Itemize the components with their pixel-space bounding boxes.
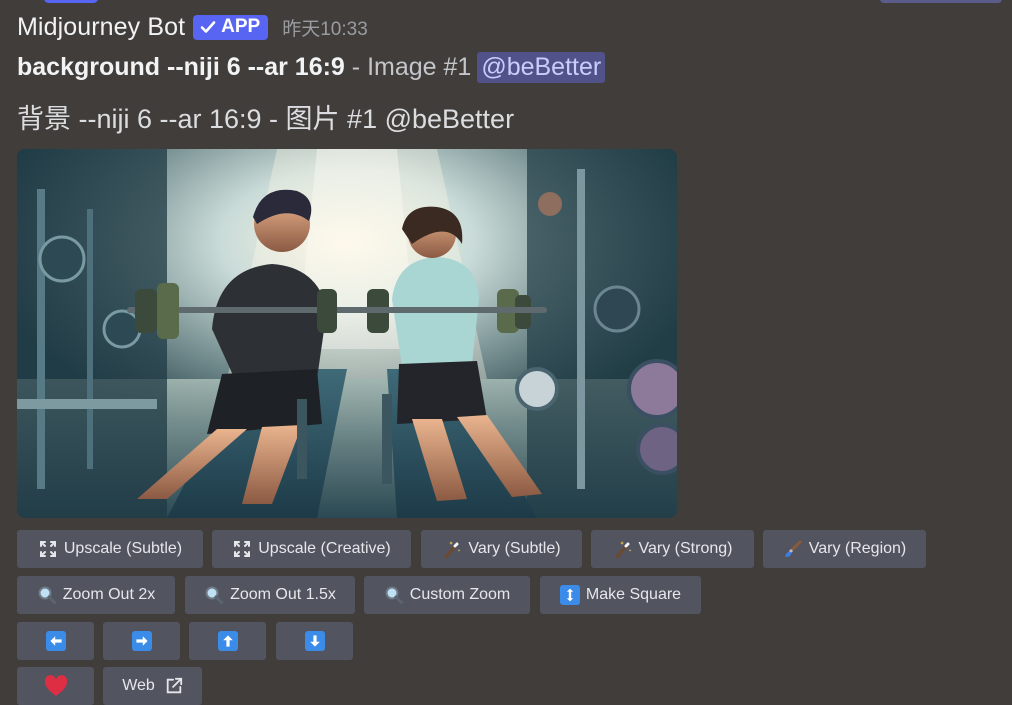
vary-subtle-label: Vary (Subtle) bbox=[468, 540, 561, 557]
heart-icon bbox=[44, 675, 68, 697]
user-mention[interactable]: @beBetter bbox=[477, 51, 606, 83]
expand-arrows-icon bbox=[232, 539, 252, 559]
external-link-icon bbox=[165, 677, 183, 695]
upscale-creative-label: Upscale (Creative) bbox=[258, 540, 391, 557]
magnifier-icon bbox=[384, 585, 404, 605]
prompt-text: background --niji 6 --ar 16:9 bbox=[17, 52, 345, 81]
paintbrush-icon bbox=[783, 539, 803, 559]
vary-strong-label: Vary (Strong) bbox=[638, 540, 733, 557]
pan-right-button[interactable] bbox=[103, 622, 180, 660]
app-badge: APP bbox=[193, 14, 269, 40]
upscale-creative-button[interactable]: Upscale (Creative) bbox=[212, 530, 411, 568]
username[interactable]: Midjourney Bot bbox=[17, 13, 185, 42]
magnifier-icon bbox=[204, 585, 224, 605]
magic-wand-icon bbox=[613, 539, 633, 559]
previous-badge-fragment bbox=[44, 0, 98, 3]
pan-up-button[interactable] bbox=[189, 622, 266, 660]
custom-zoom-label: Custom Zoom bbox=[409, 586, 511, 603]
arrow-up-icon bbox=[217, 631, 238, 651]
arrow-down-icon bbox=[304, 631, 325, 651]
web-label: Web bbox=[122, 677, 155, 694]
make-square-button[interactable]: Make Square bbox=[540, 576, 701, 614]
vary-region-label: Vary (Region) bbox=[808, 540, 907, 557]
zoom-out-1-5x-button[interactable]: Zoom Out 1.5x bbox=[185, 576, 355, 614]
generated-image[interactable] bbox=[17, 149, 677, 518]
upscale-subtle-button[interactable]: Upscale (Subtle) bbox=[17, 530, 203, 568]
expand-arrows-icon bbox=[38, 539, 58, 559]
favorite-button[interactable] bbox=[17, 667, 94, 705]
zoom-out-1-5x-label: Zoom Out 1.5x bbox=[230, 586, 336, 603]
upscale-subtle-label: Upscale (Subtle) bbox=[63, 540, 183, 557]
web-link-button[interactable]: Web bbox=[103, 667, 202, 705]
image-label: Image #1 bbox=[367, 52, 472, 81]
vary-subtle-button[interactable]: Vary (Subtle) bbox=[421, 530, 582, 568]
pan-down-button[interactable] bbox=[276, 622, 353, 660]
magnifier-icon bbox=[37, 585, 57, 605]
make-square-label: Make Square bbox=[585, 586, 682, 603]
up-down-arrow-icon bbox=[559, 585, 580, 605]
vary-strong-button[interactable]: Vary (Strong) bbox=[591, 530, 754, 568]
zoom-out-2x-label: Zoom Out 2x bbox=[62, 586, 156, 603]
magic-wand-icon bbox=[442, 539, 462, 559]
arrow-left-icon bbox=[45, 631, 66, 651]
custom-zoom-button[interactable]: Custom Zoom bbox=[364, 576, 530, 614]
message-header: Midjourney Bot APP 昨天10:33 bbox=[17, 10, 368, 44]
vary-region-button[interactable]: Vary (Region) bbox=[763, 530, 926, 568]
previous-mention-fragment bbox=[880, 0, 1002, 3]
arrow-right-icon bbox=[131, 631, 152, 651]
pan-left-button[interactable] bbox=[17, 622, 94, 660]
zoom-out-2x-button[interactable]: Zoom Out 2x bbox=[17, 576, 175, 614]
prompt-separator: - bbox=[344, 52, 368, 81]
translated-line: 背景 --niji 6 --ar 16:9 - 图片 #1 @beBetter bbox=[17, 103, 515, 134]
previous-message-edge bbox=[0, 0, 1012, 6]
verified-check-icon bbox=[200, 21, 216, 33]
prompt-line: background --niji 6 --ar 16:9 - Image #1… bbox=[17, 48, 606, 86]
app-badge-label: APP bbox=[221, 16, 261, 37]
timestamp[interactable]: 昨天10:33 bbox=[282, 14, 368, 41]
generated-anime-gym-image bbox=[17, 149, 677, 518]
